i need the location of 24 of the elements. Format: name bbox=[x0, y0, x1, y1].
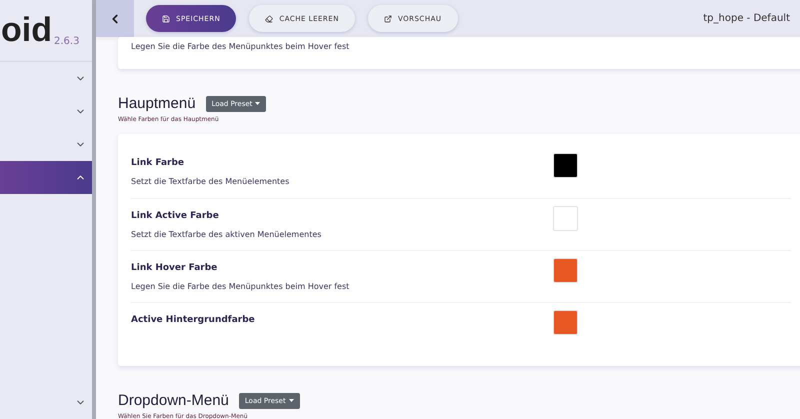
row-label: Link Active Farbe bbox=[131, 211, 220, 221]
row-description: Legen Sie die Farbe des Menüpunktes beim Hover fest bbox=[131, 42, 350, 51]
color-swatch[interactable] bbox=[553, 153, 578, 178]
sidebar-item[interactable] bbox=[0, 161, 92, 194]
version-label: 2.6.3 bbox=[54, 37, 80, 47]
section-title: Dropdown-Menü bbox=[118, 392, 229, 409]
color-swatch[interactable] bbox=[553, 258, 578, 283]
template-name: tp_hope - Default bbox=[703, 13, 790, 24]
row-description: Setzt die Textfarbe des aktiven Menüelementes bbox=[131, 230, 322, 239]
row-label: Active Hintergrundfarbe bbox=[131, 315, 256, 325]
row-description: Legen Sie die Farbe des Menüpunktes beim Hover fest bbox=[131, 282, 350, 291]
save-icon bbox=[162, 14, 170, 22]
caret-icon bbox=[255, 102, 260, 105]
back-button[interactable] bbox=[96, 0, 134, 37]
row-description: Setzt die Textfarbe des Menüelementes bbox=[131, 177, 290, 186]
external-link-icon bbox=[384, 14, 392, 22]
logo-text: oid bbox=[1, 13, 52, 47]
section-title: Hauptmenü bbox=[118, 95, 196, 112]
row-label: Link Hover Farbe bbox=[131, 263, 218, 273]
eraser-icon bbox=[265, 14, 274, 22]
color-swatch[interactable] bbox=[553, 310, 578, 335]
row-label: Link Farbe bbox=[131, 158, 186, 168]
color-swatch[interactable] bbox=[553, 206, 578, 231]
caret-icon bbox=[288, 399, 294, 402]
